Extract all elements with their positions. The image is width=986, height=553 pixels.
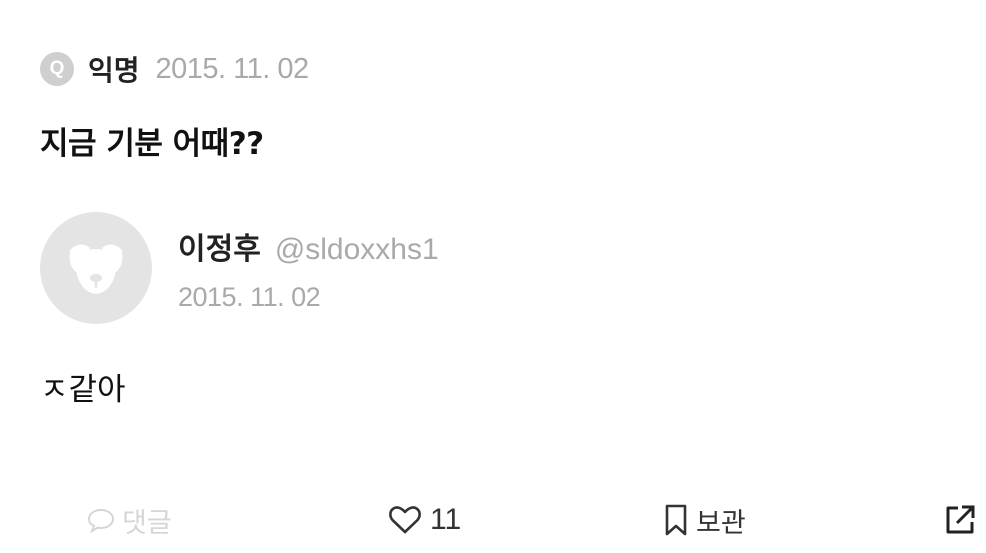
avatar[interactable] [40, 212, 152, 324]
answerer-name[interactable]: 이정후 [178, 224, 261, 268]
answer-name-row: 이정후 @sldoxxhs1 [178, 224, 439, 268]
answer-meta: 이정후 @sldoxxhs1 2015. 11. 02 [178, 224, 439, 313]
comment-label: 댓글 [122, 507, 172, 539]
default-dog-avatar-icon [69, 244, 123, 294]
question-header: Q 익명 2015. 11. 02 [40, 44, 309, 94]
asker-name: 익명 [88, 54, 140, 87]
share-button[interactable] [944, 492, 976, 548]
answerer-handle[interactable]: @sldoxxhs1 [275, 233, 439, 267]
like-button[interactable]: 11 [388, 492, 461, 548]
save-label: 보관 [696, 507, 746, 539]
comment-button[interactable]: 댓글 [86, 492, 172, 548]
action-bar: 댓글 11 보관 [0, 492, 986, 548]
share-external-icon [946, 505, 975, 534]
heart-icon [389, 506, 421, 534]
like-count: 11 [430, 503, 462, 536]
answer-text: ㅈ같아 [40, 372, 126, 408]
comment-bubble-icon [87, 508, 115, 534]
answer-date: 2015. 11. 02 [178, 281, 321, 312]
question-date: 2015. 11. 02 [155, 52, 310, 85]
question-badge-icon: Q [40, 52, 74, 86]
bookmark-icon [665, 504, 687, 536]
save-button[interactable]: 보관 [664, 492, 746, 548]
question-text: 지금 기분 어때?? [40, 126, 264, 162]
answer-header: 이정후 @sldoxxhs1 2015. 11. 02 [40, 212, 439, 324]
